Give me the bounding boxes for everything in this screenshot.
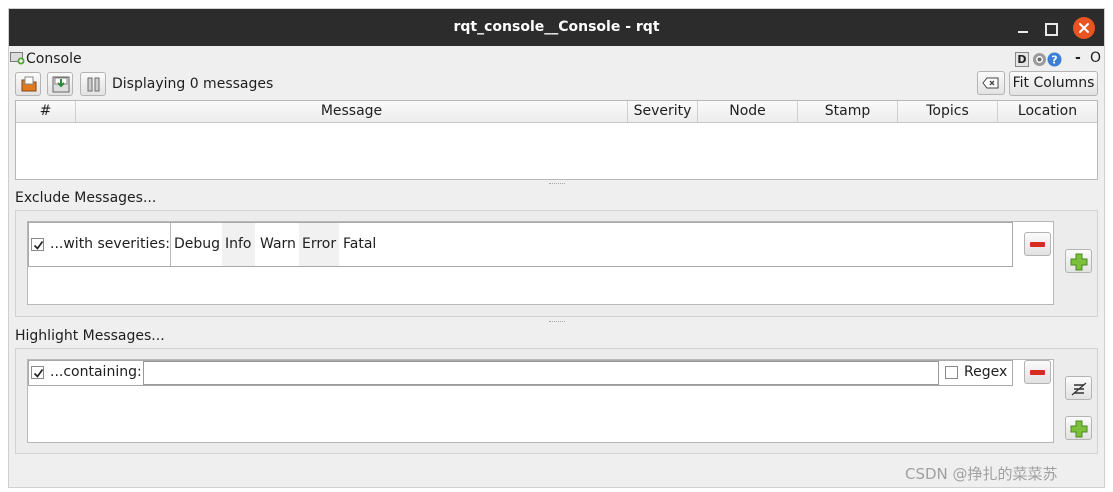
text-wrap-icon — [1071, 382, 1087, 396]
message-table[interactable]: # Message Severity Node Stamp Topics Loc… — [15, 100, 1098, 180]
plugin-title: Console — [26, 51, 82, 67]
title-bar[interactable]: rqt_console__Console - rqt — [9, 9, 1104, 46]
severity-debug[interactable]: Debug — [171, 223, 223, 266]
load-button[interactable] — [15, 72, 41, 96]
pause-icon — [87, 77, 100, 92]
containing-label: ...containing: — [50, 364, 142, 380]
column-header-node[interactable]: Node — [698, 101, 798, 122]
highlight-filter-row: ...containing: Regex — [28, 360, 1013, 386]
plugin-icon — [10, 52, 25, 65]
highlight-title: Highlight Messages... — [15, 328, 165, 344]
column-header-message[interactable]: Message — [76, 101, 628, 122]
save-button[interactable] — [47, 72, 73, 96]
column-header-severity[interactable]: Severity — [628, 101, 698, 122]
pause-button[interactable] — [80, 72, 106, 96]
exclude-list: ...with severities: Debug Info Warn Erro… — [27, 221, 1054, 305]
severity-info[interactable]: Info — [222, 223, 255, 266]
regex-checkbox[interactable] — [945, 366, 958, 379]
plus-icon — [1070, 420, 1088, 438]
highlight-text-input[interactable] — [143, 361, 939, 385]
exclude-checkbox[interactable] — [31, 238, 44, 251]
column-header-topics[interactable]: Topics — [898, 101, 998, 122]
watermark-text: CSDN @挣扎的菜菜苏 — [905, 465, 1058, 483]
rqt-window: rqt_console__Console - rqt Console D ? -… — [8, 8, 1105, 488]
highlight-options-button[interactable] — [1065, 376, 1092, 400]
status-text: Displaying 0 messages — [112, 76, 274, 92]
add-highlight-button[interactable] — [1065, 416, 1092, 440]
close-icon[interactable] — [1073, 17, 1095, 39]
window-title: rqt_console__Console - rqt — [453, 19, 660, 35]
clear-icon — [982, 77, 999, 89]
severity-list[interactable]: Debug Info Warn Error Fatal — [170, 223, 1013, 266]
splitter-handle-2[interactable] — [549, 321, 565, 324]
column-header-number[interactable]: # — [16, 101, 76, 122]
fit-columns-button[interactable]: Fit Columns — [1009, 71, 1098, 96]
plus-icon — [1070, 253, 1088, 271]
gear-icon[interactable] — [1032, 52, 1047, 67]
splitter-handle[interactable] — [549, 183, 565, 186]
remove-highlight-button[interactable] — [1024, 360, 1051, 384]
exclude-group: ...with severities: Debug Info Warn Erro… — [15, 210, 1098, 317]
severity-error[interactable]: Error — [299, 223, 340, 266]
clear-button[interactable] — [977, 71, 1005, 95]
plugin-title-bar: Console — [10, 50, 82, 68]
svg-text:?: ? — [1051, 54, 1057, 67]
column-header-stamp[interactable]: Stamp — [798, 101, 898, 122]
restore-plugin-icon[interactable]: O — [1090, 50, 1101, 66]
highlight-checkbox[interactable] — [31, 366, 44, 379]
table-header: # Message Severity Node Stamp Topics Loc… — [16, 101, 1097, 123]
plugin-d-icon[interactable]: D — [1015, 52, 1029, 67]
column-header-location[interactable]: Location — [998, 101, 1097, 122]
maximize-icon[interactable] — [1039, 17, 1061, 39]
severities-label: ...with severities: — [50, 236, 170, 252]
exclude-title: Exclude Messages... — [15, 190, 157, 206]
help-icon[interactable]: ? — [1047, 52, 1062, 67]
regex-label: Regex — [964, 364, 1008, 380]
minimize-icon[interactable] — [1012, 17, 1034, 39]
highlight-list: ...containing: Regex — [27, 359, 1054, 443]
severity-warn[interactable]: Warn — [257, 223, 299, 266]
load-icon — [21, 76, 37, 92]
severity-fatal[interactable]: Fatal — [340, 223, 379, 266]
highlight-group: ...containing: Regex — [15, 348, 1098, 454]
minimize-plugin-icon[interactable]: - — [1075, 50, 1081, 66]
exclude-filter-row: ...with severities: Debug Info Warn Erro… — [28, 222, 1013, 267]
save-icon — [52, 76, 70, 93]
remove-exclude-button[interactable] — [1024, 232, 1051, 256]
add-exclude-button[interactable] — [1065, 249, 1092, 273]
